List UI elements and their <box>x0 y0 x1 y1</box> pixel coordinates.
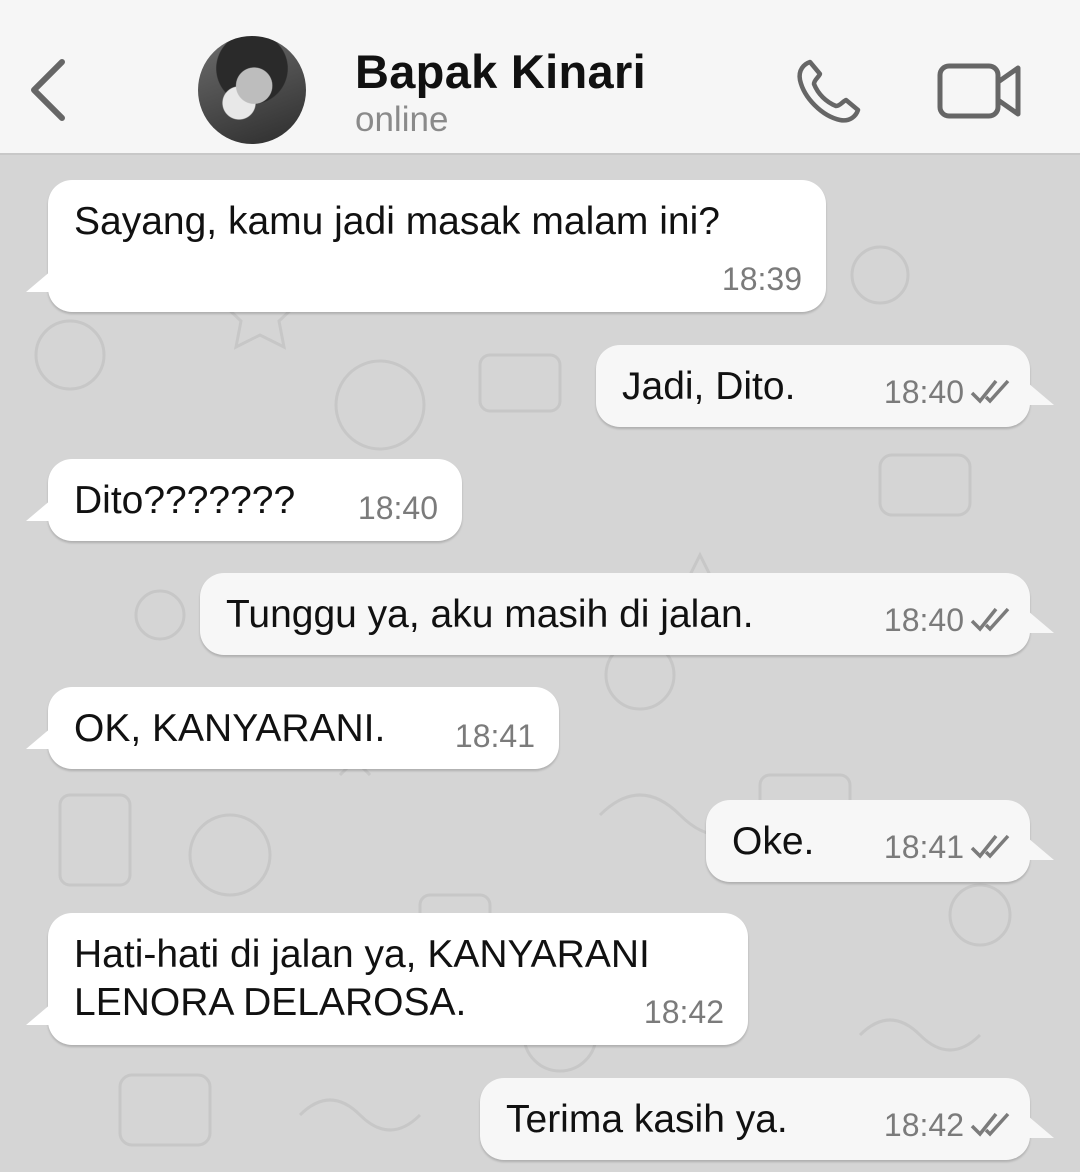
chat-area[interactable]: Sayang, kamu jadi masak malam ini? 18:39… <box>0 155 1080 1172</box>
contact-status: online <box>355 100 449 139</box>
double-check-icon <box>970 834 1010 859</box>
message-text-line-1: Hati-hati di jalan ya, KANYARANI <box>74 933 650 976</box>
message-text: Terima kasih ya. <box>506 1098 788 1141</box>
message-text: OK, KANYARANI. <box>74 707 386 750</box>
chat-header: Bapak Kinari online <box>0 0 1080 155</box>
back-button[interactable] <box>22 54 74 126</box>
message-bubble-incoming[interactable]: Hati-hati di jalan ya, KANYARANI LENORA … <box>26 913 748 1045</box>
message-text-line-2: LENORA DELAROSA. <box>74 981 467 1024</box>
message-bubble-incoming[interactable]: Sayang, kamu jadi masak malam ini? 18:39 <box>26 180 826 312</box>
video-call-button[interactable] <box>936 58 1024 124</box>
message-time: 18:42 <box>883 1107 964 1143</box>
video-camera-icon <box>937 63 1021 119</box>
phone-icon <box>797 59 861 123</box>
message-bubble-outgoing[interactable]: Oke. 18:41 <box>706 800 1054 882</box>
double-check-icon <box>970 379 1010 404</box>
message-time: 18:41 <box>454 718 535 754</box>
message-bubble-incoming[interactable]: Dito??????? 18:40 <box>26 459 462 541</box>
contact-name[interactable]: Bapak Kinari <box>355 44 646 99</box>
message-text: Oke. <box>732 820 815 863</box>
message-text: Dito??????? <box>74 479 296 522</box>
message-bubble-outgoing[interactable]: Tunggu ya, aku masih di jalan. 18:40 <box>200 573 1054 655</box>
contact-avatar[interactable] <box>198 36 306 144</box>
message-time: 18:40 <box>883 602 964 638</box>
message-time: 18:41 <box>883 829 964 865</box>
double-check-icon <box>970 607 1010 632</box>
message-text: Sayang, kamu jadi masak malam ini? <box>74 200 720 243</box>
message-text: Tunggu ya, aku masih di jalan. <box>226 593 754 636</box>
message-time: 18:40 <box>357 490 438 526</box>
chevron-left-icon <box>31 59 65 121</box>
message-time: 18:39 <box>721 261 802 297</box>
voice-call-button[interactable] <box>792 56 864 128</box>
message-text: Jadi, Dito. <box>622 365 796 408</box>
message-bubble-outgoing[interactable]: Jadi, Dito. 18:40 <box>596 345 1054 427</box>
message-time: 18:40 <box>883 374 964 410</box>
message-bubble-incoming[interactable]: OK, KANYARANI. 18:41 <box>26 687 559 769</box>
double-check-icon <box>970 1112 1010 1137</box>
message-time: 18:42 <box>643 994 724 1030</box>
message-bubble-outgoing[interactable]: Terima kasih ya. 18:42 <box>480 1078 1054 1160</box>
